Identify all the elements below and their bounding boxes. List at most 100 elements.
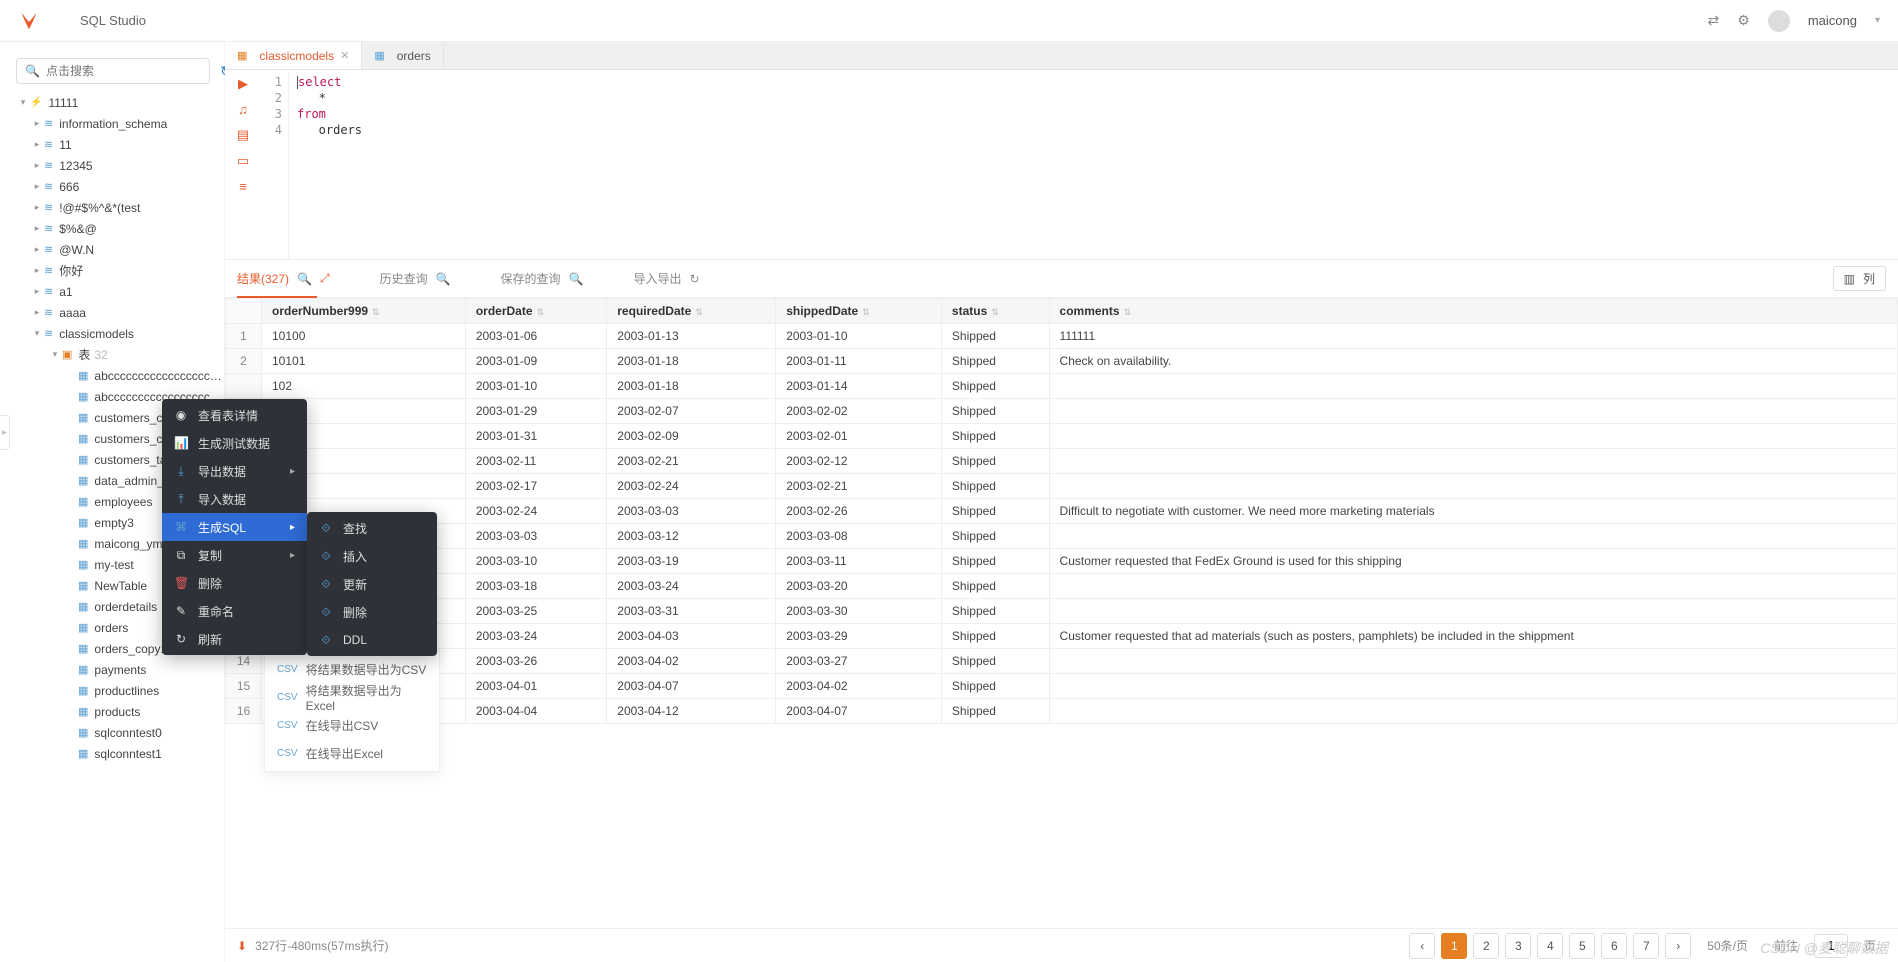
search-input-wrap[interactable]: 🔍 bbox=[16, 58, 210, 84]
cell[interactable]: 2003-02-12 bbox=[776, 449, 942, 474]
cell[interactable] bbox=[1049, 599, 1897, 624]
expand-icon[interactable]: ⤢ bbox=[320, 271, 330, 286]
cell[interactable]: 2003-02-09 bbox=[607, 424, 776, 449]
editor-tab[interactable]: ▦ classicmodels ✕ bbox=[225, 42, 362, 69]
ctx-item[interactable]: ↻ 刷新 bbox=[162, 625, 307, 653]
cell[interactable]: Shipped bbox=[941, 424, 1049, 449]
page-button[interactable]: 5 bbox=[1569, 933, 1595, 959]
ctx-item[interactable]: ◉ 查看表详情 bbox=[162, 401, 307, 429]
sort-icon[interactable]: ⇅ bbox=[862, 307, 870, 317]
cell[interactable]: Customer requested that FedEx Ground is … bbox=[1049, 549, 1897, 574]
tree-db[interactable]: ▸≋@W.N bbox=[0, 239, 224, 260]
export-item[interactable]: CSV 在线导出Excel bbox=[265, 739, 439, 767]
col-header[interactable]: orderDate⇅ bbox=[465, 299, 606, 324]
ctx-item[interactable]: 🗑 删除 bbox=[162, 569, 307, 597]
cell[interactable] bbox=[1049, 699, 1897, 724]
ctx-item[interactable]: ⧉ 复制 ▸ bbox=[162, 541, 307, 569]
table-row[interactable]: 162003-04-042003-04-122003-04-07Shipped bbox=[226, 699, 1898, 724]
cell[interactable]: 2003-02-26 bbox=[776, 499, 942, 524]
cell[interactable]: 2003-01-18 bbox=[607, 349, 776, 374]
cell[interactable] bbox=[1049, 474, 1897, 499]
run-icon[interactable]: ▶ bbox=[238, 76, 248, 92]
cell[interactable]: 2003-02-24 bbox=[607, 474, 776, 499]
cell[interactable]: 2003-03-29 bbox=[776, 624, 942, 649]
cell[interactable] bbox=[1049, 574, 1897, 599]
cell[interactable] bbox=[1049, 449, 1897, 474]
search-icon[interactable]: 🔍 bbox=[436, 272, 451, 286]
cell[interactable]: 2003-01-09 bbox=[465, 349, 606, 374]
table-row[interactable]: 152003-04-012003-04-072003-04-02Shipped bbox=[226, 674, 1898, 699]
cell[interactable]: 2003-03-19 bbox=[607, 549, 776, 574]
cell[interactable] bbox=[1049, 374, 1897, 399]
cell[interactable]: Shipped bbox=[941, 499, 1049, 524]
download-icon[interactable]: ⬇ bbox=[237, 939, 247, 953]
cell[interactable]: Check on availability. bbox=[1049, 349, 1897, 374]
avatar[interactable] bbox=[1768, 10, 1790, 32]
ctx-sub-item[interactable]: ⟐ 更新 bbox=[307, 570, 437, 598]
tree-table[interactable]: ▦sqlconntest1 bbox=[0, 743, 224, 764]
cell[interactable]: 2003-03-20 bbox=[776, 574, 942, 599]
cell[interactable]: 2003-04-04 bbox=[465, 699, 606, 724]
tree-db[interactable]: ▸≋information_schema bbox=[0, 113, 224, 134]
tree-db[interactable]: ▸≋!@#$%^&*(test bbox=[0, 197, 224, 218]
cell[interactable] bbox=[1049, 674, 1897, 699]
tree-db[interactable]: ▸≋a1 bbox=[0, 281, 224, 302]
table-row[interactable]: 2003-02-242003-03-032003-02-26ShippedDif… bbox=[226, 499, 1898, 524]
sort-icon[interactable]: ⇅ bbox=[537, 307, 545, 317]
cell[interactable]: 2003-02-02 bbox=[776, 399, 942, 424]
tree-db[interactable]: ▸≋12345 bbox=[0, 155, 224, 176]
cell[interactable]: Shipped bbox=[941, 574, 1049, 599]
tree-connection[interactable]: ▾⚡11111 bbox=[0, 92, 224, 113]
format-icon[interactable]: ♫ bbox=[238, 102, 248, 117]
col-header[interactable]: comments⇅ bbox=[1049, 299, 1897, 324]
cell[interactable]: Shipped bbox=[941, 324, 1049, 349]
table-row[interactable]: 142003-03-262003-04-022003-03-27Shipped bbox=[226, 649, 1898, 674]
cell[interactable] bbox=[1049, 399, 1897, 424]
jump-input[interactable] bbox=[1814, 934, 1848, 958]
tree-table[interactable]: ▦productlines bbox=[0, 680, 224, 701]
table-row[interactable]: 132003-03-242003-04-032003-03-29ShippedC… bbox=[226, 624, 1898, 649]
chevron-down-icon[interactable]: ▾ bbox=[1875, 15, 1880, 26]
cell[interactable]: 2003-02-21 bbox=[776, 474, 942, 499]
cell[interactable]: 2003-01-10 bbox=[465, 374, 606, 399]
ctx-sub-item[interactable]: ⟐ 插入 bbox=[307, 542, 437, 570]
search-input[interactable] bbox=[46, 64, 201, 78]
page-button[interactable]: 2 bbox=[1473, 933, 1499, 959]
edge-expand-tab[interactable]: ▸ bbox=[0, 415, 10, 450]
export-item[interactable]: CSV 将结果数据导出为Excel bbox=[265, 683, 439, 711]
tree-db-active[interactable]: ▾≋classicmodels bbox=[0, 323, 224, 344]
cell[interactable]: 2003-02-24 bbox=[465, 499, 606, 524]
cell[interactable]: 2003-04-02 bbox=[607, 649, 776, 674]
cell[interactable]: 2003-03-24 bbox=[465, 624, 606, 649]
cell[interactable] bbox=[1049, 649, 1897, 674]
cell[interactable]: 2003-03-27 bbox=[776, 649, 942, 674]
table-row[interactable]: 2003-03-182003-03-242003-03-20Shipped bbox=[226, 574, 1898, 599]
pager-next[interactable]: › bbox=[1665, 933, 1691, 959]
cell[interactable]: 2003-03-24 bbox=[607, 574, 776, 599]
cell[interactable]: 2003-04-01 bbox=[465, 674, 606, 699]
page-button[interactable]: 3 bbox=[1505, 933, 1531, 959]
cell[interactable]: 2003-01-29 bbox=[465, 399, 606, 424]
cell[interactable]: 2003-03-31 bbox=[607, 599, 776, 624]
cell[interactable]: 2003-01-14 bbox=[776, 374, 942, 399]
username[interactable]: maicong bbox=[1808, 13, 1857, 28]
page-button[interactable]: 1 bbox=[1441, 933, 1467, 959]
cell[interactable]: 2003-03-11 bbox=[776, 549, 942, 574]
language-icon[interactable]: ⇄ bbox=[1708, 12, 1720, 29]
tree-table[interactable]: ▦sqlconntest0 bbox=[0, 722, 224, 743]
table-row[interactable]: 1052003-02-112003-02-212003-02-12Shipped bbox=[226, 449, 1898, 474]
search-icon[interactable]: 🔍 bbox=[569, 272, 584, 286]
cell[interactable]: 2003-04-03 bbox=[607, 624, 776, 649]
table-row[interactable]: 1032003-01-292003-02-072003-02-02Shipped bbox=[226, 399, 1898, 424]
tab-saved[interactable]: 保存的查询 🔍 bbox=[501, 270, 584, 287]
cell[interactable]: Shipped bbox=[941, 624, 1049, 649]
tree-db[interactable]: ▸≋$%&@ bbox=[0, 218, 224, 239]
page-size[interactable]: 50条/页 bbox=[1707, 937, 1748, 954]
tree-db[interactable]: ▸≋aaaa bbox=[0, 302, 224, 323]
tree-db[interactable]: ▸≋11 bbox=[0, 134, 224, 155]
export-item[interactable]: CSV 将结果数据导出为CSV bbox=[265, 655, 439, 683]
col-header[interactable]: requiredDate⇅ bbox=[607, 299, 776, 324]
cell[interactable]: 2003-04-07 bbox=[607, 674, 776, 699]
cell[interactable]: 2003-03-03 bbox=[607, 499, 776, 524]
sort-icon[interactable]: ⇅ bbox=[1124, 307, 1132, 317]
